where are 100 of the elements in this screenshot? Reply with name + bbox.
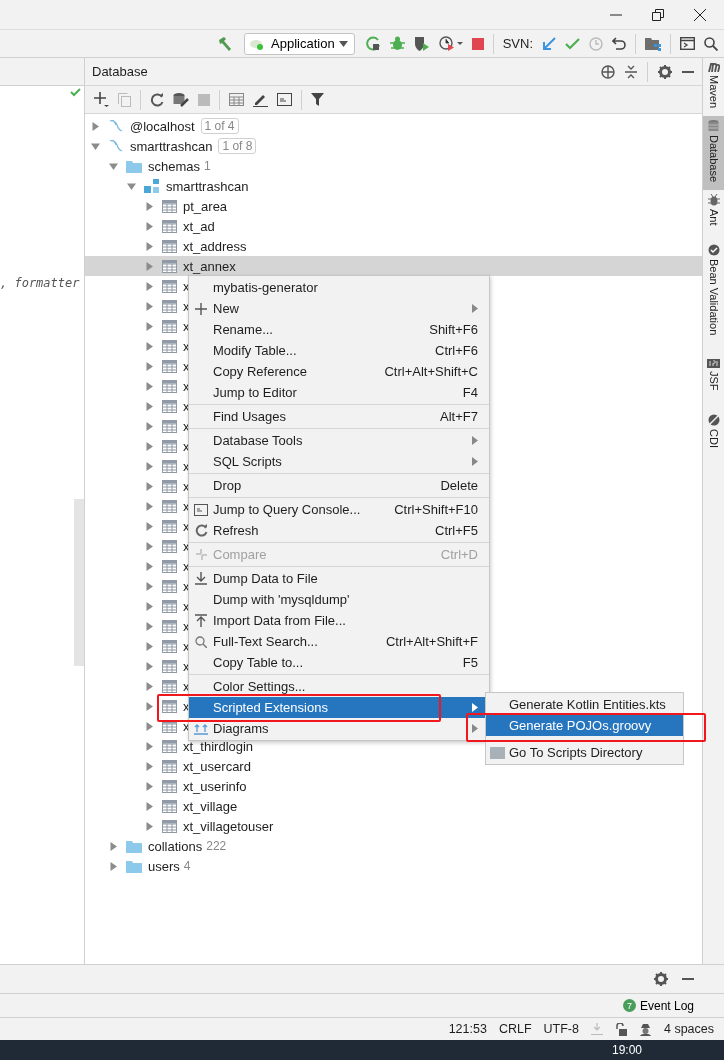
menu-item[interactable]: Modify Table... Ctrl+F6 bbox=[189, 340, 489, 361]
tree-item[interactable]: xt_userinfo bbox=[145, 776, 247, 796]
menu-item[interactable]: Find Usages Alt+F7 bbox=[189, 406, 489, 427]
collapsed-arrow-icon[interactable] bbox=[145, 721, 154, 731]
collapsed-arrow-icon[interactable] bbox=[145, 441, 154, 451]
menu-item[interactable]: SQL Scripts bbox=[189, 451, 489, 472]
line-separator[interactable]: CRLF bbox=[498, 1022, 532, 1036]
collapsed-arrow-icon[interactable] bbox=[145, 761, 154, 771]
tree-item[interactable]: xt_villagetouser bbox=[145, 816, 274, 836]
collapsed-arrow-icon[interactable] bbox=[145, 701, 154, 711]
inspector-icon[interactable] bbox=[638, 1022, 652, 1036]
rerun-icon[interactable] bbox=[365, 36, 381, 51]
expanded-arrow-icon[interactable] bbox=[109, 161, 118, 171]
update-arrow-icon[interactable] bbox=[542, 36, 556, 51]
collapsed-arrow-icon[interactable] bbox=[145, 401, 154, 411]
collapsed-arrow-icon[interactable] bbox=[145, 241, 154, 251]
menu-item[interactable]: Generate POJOs.groovy bbox=[486, 715, 683, 736]
tree-item[interactable]: users 4 bbox=[109, 856, 191, 876]
collapsed-arrow-icon[interactable] bbox=[145, 361, 154, 371]
checkmark-icon[interactable] bbox=[565, 37, 580, 50]
tree-item[interactable]: xt_annex bbox=[145, 256, 236, 276]
profiler-icon[interactable] bbox=[438, 36, 463, 51]
cursor-position[interactable]: 121:53 bbox=[448, 1022, 487, 1036]
shield-play-icon[interactable] bbox=[413, 35, 430, 52]
side-tab[interactable]: Maven bbox=[703, 58, 724, 117]
collapsed-arrow-icon[interactable] bbox=[145, 541, 154, 551]
menu-item[interactable]: Jump to Query Console... Ctrl+Shift+F10 bbox=[189, 499, 489, 520]
tree-item[interactable]: xt_thirdlogin bbox=[145, 736, 254, 756]
folder-grid-icon[interactable] bbox=[645, 36, 661, 51]
menu-item[interactable]: Copy Reference Ctrl+Alt+Shift+C bbox=[189, 361, 489, 382]
collapsed-arrow-icon[interactable] bbox=[145, 321, 154, 331]
collapsed-arrow-icon[interactable] bbox=[145, 741, 154, 751]
stop-icon[interactable] bbox=[471, 37, 484, 50]
tree-item[interactable]: pt_area bbox=[145, 196, 228, 216]
tree-item[interactable]: xt_address bbox=[145, 236, 247, 256]
collapsed-arrow-icon[interactable] bbox=[145, 301, 154, 311]
menu-item[interactable]: Diagrams bbox=[189, 718, 489, 739]
menu-item[interactable]: Dump Data to File bbox=[189, 568, 489, 589]
collapsed-arrow-icon[interactable] bbox=[109, 841, 118, 851]
collapsed-arrow-icon[interactable] bbox=[145, 481, 154, 491]
collapsed-arrow-icon[interactable] bbox=[145, 461, 154, 471]
filter-icon[interactable] bbox=[311, 93, 324, 106]
tree-item[interactable]: smarttrashcan bbox=[127, 176, 249, 196]
menu-item[interactable]: Dump with 'mysqldump' bbox=[189, 589, 489, 610]
collapsed-arrow-icon[interactable] bbox=[145, 261, 154, 271]
collapsed-arrow-icon[interactable] bbox=[91, 121, 100, 131]
menu-item[interactable]: Copy Table to... F5 bbox=[189, 652, 489, 673]
collapsed-arrow-icon[interactable] bbox=[145, 641, 154, 651]
side-tab[interactable]: Database bbox=[703, 116, 724, 191]
collapsed-arrow-icon[interactable] bbox=[145, 801, 154, 811]
expanded-arrow-icon[interactable] bbox=[127, 181, 136, 191]
menu-item[interactable]: Go To Scripts Directory bbox=[486, 742, 683, 763]
hammer-icon[interactable] bbox=[217, 35, 234, 52]
tree-item[interactable]: @localhost 1 of 4 bbox=[91, 116, 239, 136]
refresh-icon[interactable] bbox=[150, 92, 164, 107]
file-encoding[interactable]: UTF-8 bbox=[543, 1022, 579, 1036]
menu-item[interactable]: Generate Kotlin Entities.kts bbox=[486, 694, 683, 715]
side-tab[interactable]: CDI bbox=[703, 410, 724, 457]
collapsed-arrow-icon[interactable] bbox=[145, 521, 154, 531]
tree-item[interactable]: xt_village bbox=[145, 796, 238, 816]
database-wrench-icon[interactable] bbox=[173, 92, 189, 107]
stop-icon[interactable] bbox=[198, 93, 210, 106]
menu-item[interactable]: Full-Text Search... Ctrl+Alt+Shift+F bbox=[189, 631, 489, 652]
collapsed-arrow-icon[interactable] bbox=[109, 861, 118, 871]
tree-item[interactable]: xt_ad bbox=[145, 216, 215, 236]
collapsed-arrow-icon[interactable] bbox=[145, 821, 154, 831]
collapse-all-icon[interactable] bbox=[625, 64, 637, 79]
collapsed-arrow-icon[interactable] bbox=[145, 581, 154, 591]
collapsed-arrow-icon[interactable] bbox=[145, 341, 154, 351]
collapsed-arrow-icon[interactable] bbox=[145, 681, 154, 691]
collapsed-arrow-icon[interactable] bbox=[145, 281, 154, 291]
terminal-window-icon[interactable] bbox=[680, 37, 695, 50]
undo-icon[interactable] bbox=[612, 37, 626, 50]
menu-item[interactable]: Color Settings... bbox=[189, 676, 489, 697]
menu-item[interactable]: Import Data from File... bbox=[189, 610, 489, 631]
menu-item[interactable]: Drop Delete bbox=[189, 475, 489, 496]
tree-item[interactable]: smarttrashcan 1 of 8 bbox=[91, 136, 257, 156]
collapsed-arrow-icon[interactable] bbox=[145, 621, 154, 631]
indent-setting[interactable]: 4 spaces bbox=[663, 1022, 714, 1036]
collapsed-arrow-icon[interactable] bbox=[145, 501, 154, 511]
pencil-icon[interactable] bbox=[253, 92, 268, 107]
event-log-button[interactable]: 7 Event Log bbox=[622, 998, 694, 1013]
tree-item[interactable]: schemas 1 bbox=[109, 156, 211, 176]
run-configuration-dropdown[interactable]: Application bbox=[244, 32, 355, 55]
console-icon[interactable] bbox=[277, 93, 292, 106]
menu-item[interactable]: mybatis-generator bbox=[189, 277, 489, 298]
collapsed-arrow-icon[interactable] bbox=[145, 601, 154, 611]
unlocked-padlock-icon[interactable] bbox=[614, 1022, 627, 1036]
side-tab[interactable]: Ant bbox=[703, 190, 724, 234]
menu-item[interactable]: Refresh Ctrl+F5 bbox=[189, 520, 489, 541]
duplicate-icon[interactable] bbox=[118, 92, 131, 107]
menu-item[interactable]: Rename... Shift+F6 bbox=[189, 319, 489, 340]
minimize-icon[interactable] bbox=[682, 70, 694, 73]
side-tab[interactable]: Bean Validation bbox=[703, 239, 724, 343]
collapsed-arrow-icon[interactable] bbox=[145, 221, 154, 231]
table-icon[interactable] bbox=[229, 93, 244, 106]
collapsed-arrow-icon[interactable] bbox=[145, 781, 154, 791]
collapsed-arrow-icon[interactable] bbox=[145, 201, 154, 211]
search-icon[interactable] bbox=[704, 36, 718, 51]
menu-item[interactable]: Database Tools bbox=[189, 430, 489, 451]
